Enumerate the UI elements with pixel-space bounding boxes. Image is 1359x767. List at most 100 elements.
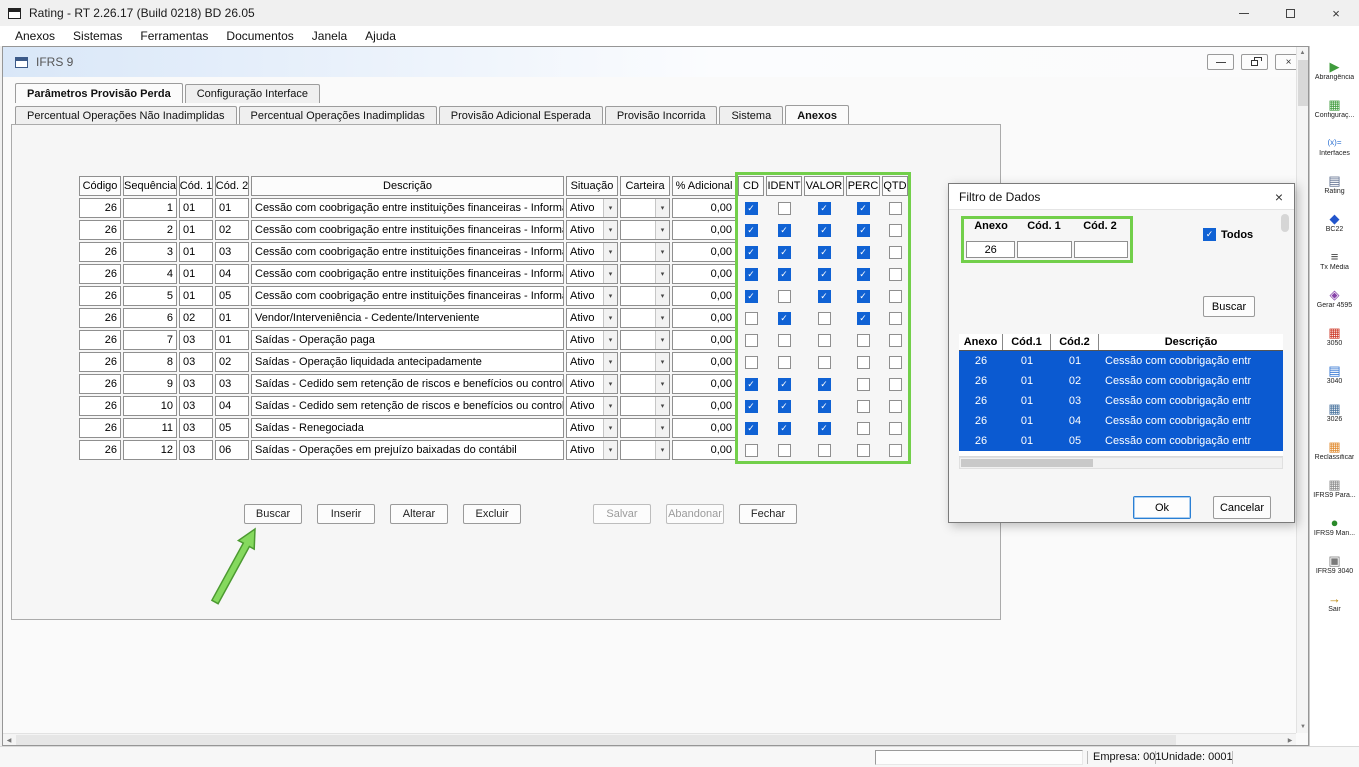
ident-checkbox[interactable]: ✓ [777, 311, 791, 325]
perc-checkbox[interactable] [856, 421, 870, 435]
adicional-field[interactable]: 0,00 [672, 286, 736, 306]
cod2-field[interactable]: 01 [215, 198, 249, 218]
cd-checkbox[interactable] [744, 355, 758, 369]
adicional-field[interactable]: 0,00 [672, 198, 736, 218]
descricao-field[interactable]: Cessão com coobrigação entre instituiçõe… [251, 242, 564, 262]
scroll-left-icon[interactable]: ◀ [3, 734, 15, 746]
cod1-field[interactable]: 03 [179, 352, 213, 372]
cod2-field[interactable]: 02 [215, 352, 249, 372]
valor-checkbox[interactable]: ✓ [817, 223, 831, 237]
qtd-checkbox[interactable] [888, 377, 902, 391]
qtd-checkbox[interactable] [888, 267, 902, 281]
maximize-button[interactable] [1267, 0, 1313, 26]
perc-checkbox[interactable]: ✓ [856, 223, 870, 237]
ident-checkbox[interactable]: ✓ [777, 267, 791, 281]
scroll-up-icon[interactable]: ▲ [1297, 47, 1308, 59]
situacao-select[interactable]: Ativo ▾ [566, 418, 618, 438]
cod2-field[interactable]: 03 [215, 374, 249, 394]
cd-checkbox[interactable]: ✓ [744, 245, 758, 259]
cd-checkbox[interactable]: ✓ [744, 421, 758, 435]
inserir-button[interactable]: Inserir [317, 504, 375, 524]
cod2-field[interactable]: 01 [215, 330, 249, 350]
excluir-button[interactable]: Excluir [463, 504, 521, 524]
cd-checkbox[interactable]: ✓ [744, 223, 758, 237]
qtd-checkbox[interactable] [888, 355, 902, 369]
horizontal-scroll-thumb[interactable] [16, 735, 1176, 745]
cod2-field[interactable]: 04 [215, 264, 249, 284]
cod1-field[interactable]: 03 [179, 396, 213, 416]
carteira-select[interactable]: ▾ [620, 418, 670, 438]
carteira-select[interactable]: ▾ [620, 330, 670, 350]
3026-button[interactable]: ▦ 3026 [1310, 393, 1359, 431]
adicional-field[interactable]: 0,00 [672, 220, 736, 240]
cod2-field[interactable]: 05 [215, 286, 249, 306]
valor-checkbox[interactable]: ✓ [817, 245, 831, 259]
perc-checkbox[interactable] [856, 399, 870, 413]
carteira-select[interactable]: ▾ [620, 264, 670, 284]
codigo-field[interactable]: 26 [79, 264, 121, 284]
dialog-grid-row[interactable]: 26 01 03 Cessão com coobrigação entr [959, 391, 1283, 411]
carteira-select[interactable]: ▾ [620, 242, 670, 262]
perc-checkbox[interactable]: ✓ [856, 267, 870, 281]
tab-provisao-adicional-esperada[interactable]: Provisão Adicional Esperada [438, 106, 603, 125]
dialog-grid-row[interactable]: 26 01 04 Cessão com coobrigação entr [959, 411, 1283, 431]
descricao-field[interactable]: Saídas - Cedido sem retenção de riscos e… [251, 396, 564, 416]
menu-janela[interactable]: Janela [303, 29, 356, 43]
valor-checkbox[interactable] [817, 443, 831, 457]
situacao-select[interactable]: Ativo ▾ [566, 374, 618, 394]
qtd-checkbox[interactable] [888, 333, 902, 347]
adicional-field[interactable]: 0,00 [672, 242, 736, 262]
dialog-close-button[interactable]: × [1264, 184, 1294, 209]
adicional-field[interactable]: 0,00 [672, 374, 736, 394]
buscar-button[interactable]: Buscar [244, 504, 302, 524]
qtd-checkbox[interactable] [888, 443, 902, 457]
cod1-field[interactable]: 01 [179, 198, 213, 218]
perc-checkbox[interactable] [856, 443, 870, 457]
cod1-field[interactable]: 01 [179, 286, 213, 306]
vertical-scrollbar[interactable]: ▲ ▼ [1296, 47, 1308, 733]
qtd-checkbox[interactable] [888, 289, 902, 303]
menu-ferramentas[interactable]: Ferramentas [131, 29, 217, 43]
situacao-select[interactable]: Ativo ▾ [566, 264, 618, 284]
valor-checkbox[interactable] [817, 311, 831, 325]
sequencia-field[interactable]: 2 [123, 220, 177, 240]
valor-checkbox[interactable]: ✓ [817, 201, 831, 215]
codigo-field[interactable]: 26 [79, 286, 121, 306]
sair-button[interactable]: → Sair [1310, 583, 1359, 621]
qtd-checkbox[interactable] [888, 223, 902, 237]
codigo-field[interactable]: 26 [79, 198, 121, 218]
carteira-select[interactable]: ▾ [620, 352, 670, 372]
cod2-field[interactable]: 05 [215, 418, 249, 438]
cod2-field[interactable]: 01 [215, 308, 249, 328]
situacao-select[interactable]: Ativo ▾ [566, 440, 618, 460]
codigo-field[interactable]: 26 [79, 330, 121, 350]
gerar-4595-button[interactable]: ◈ Gerar 4595 [1310, 279, 1359, 317]
alterar-button[interactable]: Alterar [390, 504, 448, 524]
codigo-field[interactable]: 26 [79, 352, 121, 372]
menu-ajuda[interactable]: Ajuda [356, 29, 405, 43]
carteira-select[interactable]: ▾ [620, 198, 670, 218]
cod2-field[interactable]: 03 [215, 242, 249, 262]
menu-anexos[interactable]: Anexos [6, 29, 64, 43]
cod2-field[interactable]: 04 [215, 396, 249, 416]
reclassificar-button[interactable]: ▦ Reclassificar [1310, 431, 1359, 469]
situacao-select[interactable]: Ativo ▾ [566, 330, 618, 350]
3050-button[interactable]: ▦ 3050 [1310, 317, 1359, 355]
codigo-field[interactable]: 26 [79, 242, 121, 262]
perc-checkbox[interactable] [856, 355, 870, 369]
valor-checkbox[interactable]: ✓ [817, 421, 831, 435]
dialog-horizontal-scrollbar[interactable] [959, 457, 1283, 469]
situacao-select[interactable]: Ativo ▾ [566, 352, 618, 372]
situacao-select[interactable]: Ativo ▾ [566, 286, 618, 306]
qtd-checkbox[interactable] [888, 245, 902, 259]
dialog-grid-row[interactable]: 26 01 02 Cessão com coobrigação entr [959, 371, 1283, 391]
scroll-right-icon[interactable]: ▶ [1284, 734, 1296, 746]
descricao-field[interactable]: Vendor/Interveniência - Cedente/Interven… [251, 308, 564, 328]
child-restore-button[interactable] [1241, 54, 1268, 70]
sequencia-field[interactable]: 1 [123, 198, 177, 218]
codigo-field[interactable]: 26 [79, 220, 121, 240]
descricao-field[interactable]: Cessão com coobrigação entre instituiçõe… [251, 198, 564, 218]
minimize-button[interactable] [1221, 0, 1267, 26]
scroll-down-icon[interactable]: ▼ [1297, 721, 1309, 733]
adicional-field[interactable]: 0,00 [672, 418, 736, 438]
